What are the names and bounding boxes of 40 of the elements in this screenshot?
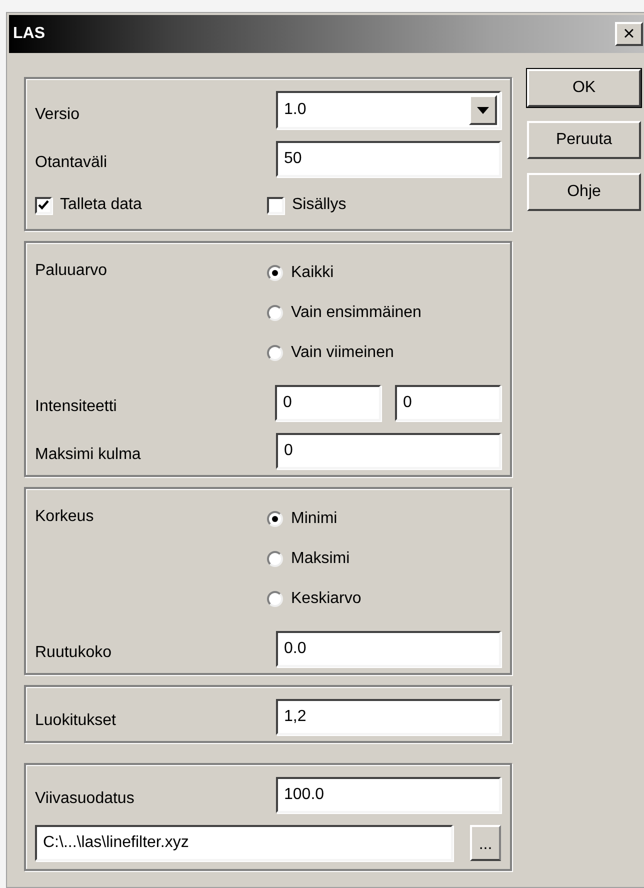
checkbox-label: Talleta data xyxy=(60,195,142,215)
field-label: Viivasuodatus xyxy=(35,790,134,807)
version-dropdown[interactable]: 1.0 xyxy=(276,91,501,129)
browse-button[interactable]: ... xyxy=(470,825,501,861)
field-label: Paluuarvo xyxy=(35,262,108,279)
input-field[interactable]: 1,2 xyxy=(276,699,501,735)
field-label: Maksimi kulma xyxy=(35,446,141,463)
input-field[interactable]: 0 xyxy=(275,385,381,421)
file-path-field[interactable]: C:\...\las\linefilter.xyz xyxy=(35,825,453,861)
field-label: Versio xyxy=(35,106,80,123)
radio-button[interactable] xyxy=(267,511,283,527)
close-button[interactable]: × xyxy=(615,22,643,46)
radio-button[interactable] xyxy=(267,345,283,361)
input-field[interactable]: 100.0 xyxy=(276,777,501,813)
radio-label: Minimi xyxy=(291,509,338,529)
radio-label: Maksimi xyxy=(291,549,350,569)
radio-button[interactable] xyxy=(267,265,283,281)
radio-label: Vain viimeinen xyxy=(291,343,394,363)
input-field[interactable]: 50 xyxy=(276,141,501,177)
dialog-button[interactable]: Peruuta xyxy=(527,121,641,159)
field-label: Intensiteetti xyxy=(35,398,117,415)
radio-button[interactable] xyxy=(267,591,283,607)
field-label: Ruutukoko xyxy=(35,644,112,661)
radio-button[interactable] xyxy=(267,551,283,567)
radio-button[interactable] xyxy=(267,305,283,321)
field-label: Otantaväli xyxy=(35,154,108,171)
radio-label: Kaikki xyxy=(291,263,334,283)
checkbox[interactable] xyxy=(267,196,284,214)
dialog-button[interactable]: OK xyxy=(527,69,641,107)
input-field[interactable]: 0 xyxy=(395,385,501,421)
radio-label: Keskiarvo xyxy=(291,589,362,609)
field-label: Korkeus xyxy=(35,508,94,525)
input-field[interactable]: 0.0 xyxy=(276,631,501,667)
radio-label: Vain ensimmäinen xyxy=(291,303,422,323)
checkbox-label: Sisällys xyxy=(292,195,346,215)
checkbox[interactable] xyxy=(35,196,52,214)
window-title: LAS xyxy=(13,24,45,44)
input-field[interactable]: 0 xyxy=(276,433,501,469)
dialog-button[interactable]: Ohje xyxy=(527,173,641,211)
field-label: Luokitukset xyxy=(35,712,116,729)
